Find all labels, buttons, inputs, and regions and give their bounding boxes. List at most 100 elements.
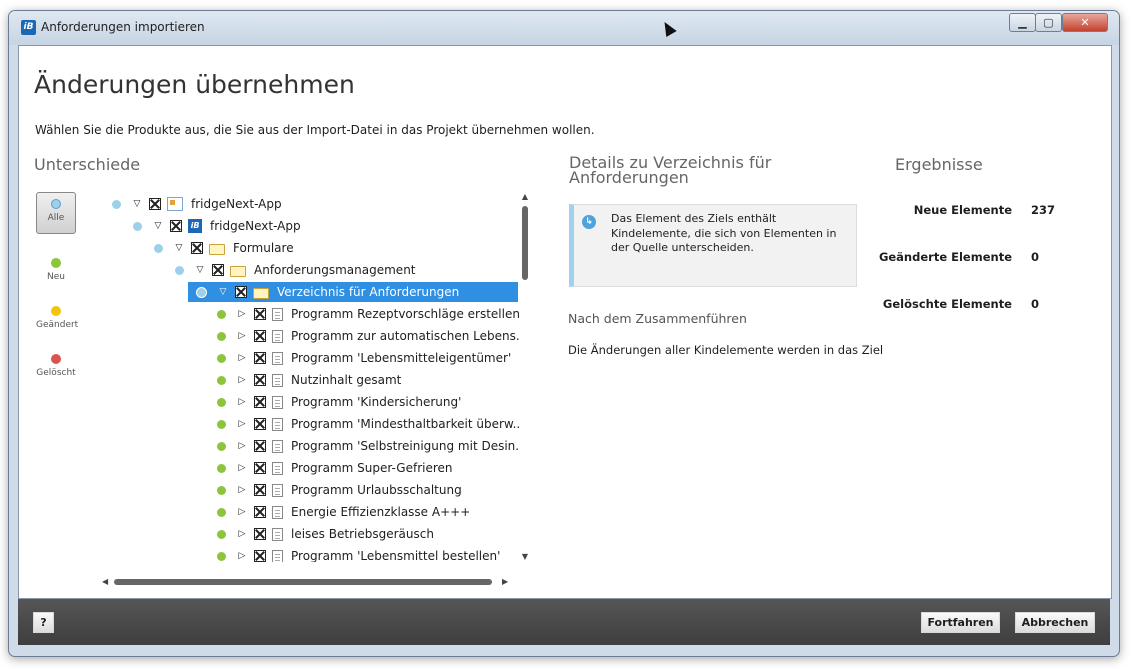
tree-row[interactable]: ▽ fridgeNext-App <box>92 194 512 214</box>
tree-node[interactable]: ▷ Programm Urlaubsschaltung <box>217 480 462 500</box>
expand-arrow-icon[interactable]: ▷ <box>236 331 248 341</box>
tree-row[interactable]: ▷ Programm Urlaubsschaltung <box>92 480 512 500</box>
filter-new-button[interactable]: Neu <box>36 258 76 282</box>
row-checkbox[interactable] <box>254 418 266 430</box>
row-checkbox[interactable] <box>254 506 266 518</box>
document-icon <box>272 527 283 541</box>
tree-node[interactable]: ▷ leises Betriebsgeräusch <box>217 524 434 544</box>
collapse-arrow-icon[interactable]: ▽ <box>131 199 143 209</box>
tree-horizontal-scrollbar[interactable]: ◀ ▶ <box>102 576 512 588</box>
row-checkbox[interactable] <box>235 286 247 298</box>
tree-node[interactable]: ▽ Anforderungsmanagement <box>175 260 416 280</box>
row-checkbox[interactable] <box>191 242 203 254</box>
cancel-button[interactable]: Abbrechen <box>1015 612 1095 633</box>
tree-node[interactable]: ▷ Programm 'Selbstreinigung mit Desin... <box>217 436 520 456</box>
tree-row-label: Energie Effizienzklasse A+++ <box>291 505 471 519</box>
filter-all-button[interactable]: Alle <box>36 192 76 234</box>
tree-node[interactable]: ▷ Programm zur automatischen Lebens... <box>217 326 520 346</box>
tree-row[interactable]: ▷ Programm 'Kindersicherung' <box>92 392 512 412</box>
collapse-arrow-icon[interactable]: ▽ <box>217 287 229 297</box>
scroll-down-icon[interactable]: ▼ <box>519 552 531 562</box>
application-icon <box>167 197 183 211</box>
tree-node[interactable]: ▷ Programm 'Lebensmitteleigentümer' <box>217 348 511 368</box>
row-checkbox[interactable] <box>149 198 161 210</box>
tree-node[interactable]: ▽ Verzeichnis für Anforderungen <box>196 282 459 302</box>
row-checkbox[interactable] <box>254 352 266 364</box>
row-checkbox[interactable] <box>254 528 266 540</box>
tree-row[interactable]: ▽ Formulare <box>92 238 512 258</box>
tree-row-selected[interactable]: ▽ Verzeichnis für Anforderungen <box>92 282 518 302</box>
tree-node[interactable]: ▷ Energie Effizienzklasse A+++ <box>217 502 470 522</box>
expand-arrow-icon[interactable]: ▷ <box>236 353 248 363</box>
tree-node[interactable]: ▷ Programm Rezeptvorschläge erstellen <box>217 304 520 324</box>
collapse-arrow-icon[interactable]: ▽ <box>194 265 206 275</box>
status-dot-icon <box>217 397 226 407</box>
tree-row[interactable]: ▷ Energie Effizienzklasse A+++ <box>92 502 512 522</box>
tree-row[interactable]: ▷ Programm Rezeptvorschläge erstellen <box>92 304 520 324</box>
expand-arrow-icon[interactable]: ▷ <box>236 441 248 451</box>
tree-node[interactable]: ▽ fridgeNext-App <box>112 194 282 214</box>
differences-tree[interactable]: ▽ fridgeNext-App ▽ iB fridgeNext-App ▽ Formula… <box>92 192 520 562</box>
info-arrow-icon: ↳ <box>582 215 596 229</box>
collapse-arrow-icon[interactable]: ▽ <box>173 243 185 253</box>
tree-row[interactable]: ▷ Programm 'Mindesthaltbarkeit überw... <box>92 414 520 434</box>
tree-row[interactable]: ▷ Programm Super-Gefrieren <box>92 458 512 478</box>
filter-changed-button[interactable]: Geändert <box>36 306 78 330</box>
row-checkbox[interactable] <box>254 330 266 342</box>
expand-arrow-icon[interactable]: ▷ <box>236 507 248 517</box>
tree-row-label: Anforderungsmanagement <box>254 263 416 277</box>
title-bar[interactable]: iB Anforderungen importieren ▁ ▢ ✕ <box>9 11 1119 45</box>
tree-node[interactable]: ▷ Nutzinhalt gesamt <box>217 370 401 390</box>
maximize-button[interactable]: ▢ <box>1035 13 1062 32</box>
row-checkbox[interactable] <box>254 308 266 320</box>
row-checkbox[interactable] <box>254 462 266 474</box>
scroll-right-icon[interactable]: ▶ <box>502 576 508 588</box>
horizontal-scroll-thumb[interactable] <box>114 579 492 585</box>
collapse-arrow-icon[interactable]: ▽ <box>152 221 164 231</box>
expand-arrow-icon[interactable]: ▷ <box>236 463 248 473</box>
minimize-button[interactable]: ▁ <box>1009 13 1036 32</box>
help-button[interactable]: ? <box>33 612 54 633</box>
expand-arrow-icon[interactable]: ▷ <box>236 485 248 495</box>
expand-arrow-icon[interactable]: ▷ <box>236 529 248 539</box>
tree-row[interactable]: ▽ iB fridgeNext-App <box>92 216 512 236</box>
expand-arrow-icon[interactable]: ▷ <box>236 309 248 319</box>
expand-arrow-icon[interactable]: ▷ <box>236 419 248 429</box>
tree-node[interactable]: ▷ Programm 'Mindesthaltbarkeit überw... <box>217 414 520 434</box>
tree-row[interactable]: ▷ Programm 'Lebensmitteleigentümer' <box>92 348 512 368</box>
tree-node[interactable]: ▷ Programm Super-Gefrieren <box>217 458 453 478</box>
scroll-left-icon[interactable]: ◀ <box>102 576 108 588</box>
tree-row[interactable]: ▷ Programm 'Selbstreinigung mit Desin... <box>92 436 520 456</box>
row-checkbox[interactable] <box>254 484 266 496</box>
row-checkbox[interactable] <box>254 374 266 386</box>
row-checkbox[interactable] <box>212 264 224 276</box>
vertical-scroll-thumb[interactable] <box>522 206 528 280</box>
row-checkbox[interactable] <box>254 440 266 452</box>
filter-deleted-button[interactable]: Gelöscht <box>36 354 76 378</box>
row-checkbox[interactable] <box>254 396 266 408</box>
tree-row[interactable]: ▽ Anforderungsmanagement <box>92 260 512 280</box>
continue-button[interactable]: Fortfahren <box>921 612 1000 633</box>
filter-new-dot-icon <box>51 258 61 268</box>
tree-row[interactable]: ▷ Programm zur automatischen Lebens... <box>92 326 520 346</box>
tree-row[interactable]: ▷ Nutzinhalt gesamt <box>92 370 512 390</box>
filter-all-dot-icon <box>51 199 61 209</box>
tree-node[interactable]: ▷ Programm 'Kindersicherung' <box>217 392 461 412</box>
tree-row-label: leises Betriebsgeräusch <box>291 527 434 541</box>
tree-vertical-scrollbar[interactable]: ▲ ▼ <box>519 192 531 562</box>
row-checkbox[interactable] <box>170 220 182 232</box>
expand-arrow-icon[interactable]: ▷ <box>236 397 248 407</box>
expand-arrow-icon[interactable]: ▷ <box>236 551 248 561</box>
tree-node[interactable]: ▽ Formulare <box>154 238 294 258</box>
tree-row-label: Programm 'Kindersicherung' <box>291 395 462 409</box>
tree-row[interactable]: ▷ leises Betriebsgeräusch <box>92 524 512 544</box>
tree-node[interactable]: ▽ iB fridgeNext-App <box>133 216 301 236</box>
document-icon <box>272 439 283 453</box>
tree-row[interactable]: ▷ Programm 'Lebensmittel bestellen' <box>92 546 512 562</box>
tree-node[interactable]: ▷ Programm 'Lebensmittel bestellen' <box>217 546 500 562</box>
tree-row-label: Programm 'Lebensmitteleigentümer' <box>291 351 512 365</box>
expand-arrow-icon[interactable]: ▷ <box>236 375 248 385</box>
scroll-up-icon[interactable]: ▲ <box>519 192 531 202</box>
row-checkbox[interactable] <box>254 550 266 562</box>
close-button[interactable]: ✕ <box>1062 13 1108 32</box>
